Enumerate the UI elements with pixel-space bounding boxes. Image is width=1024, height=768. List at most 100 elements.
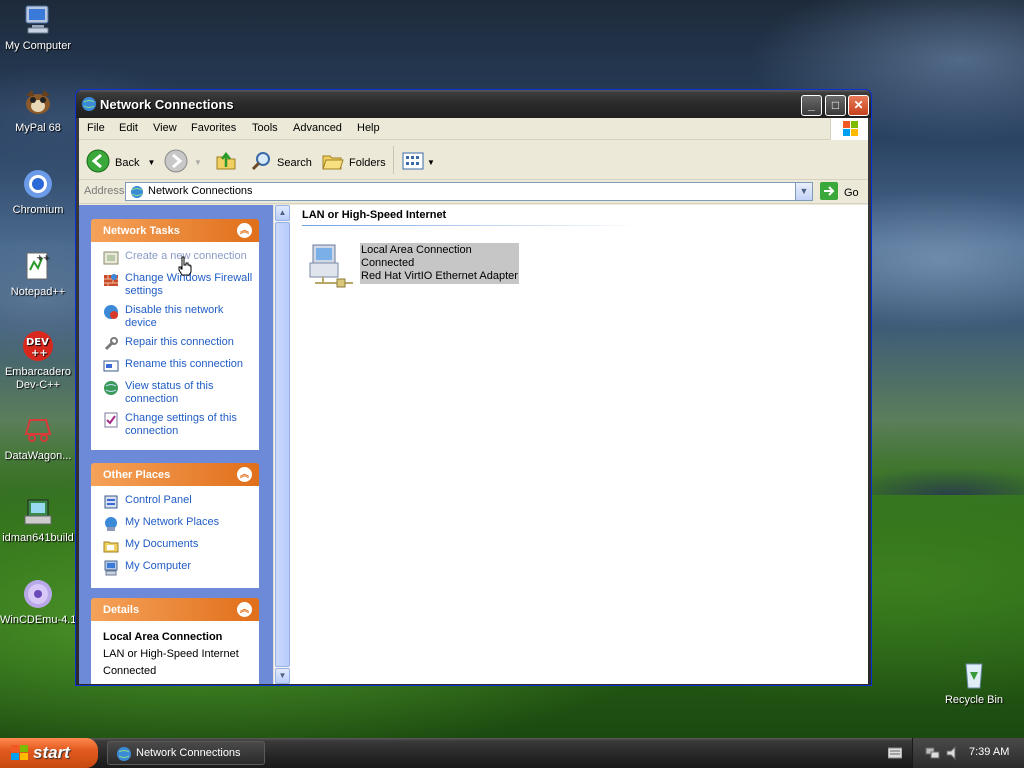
place-control-panel[interactable]: Control Panel [103,494,253,510]
close-button[interactable]: ✕ [848,95,869,116]
menu-file[interactable]: File [87,122,105,134]
desktop-icon-idman[interactable]: idman641build [0,496,76,545]
go-label: Go [844,186,859,199]
details-header[interactable]: Details ︽ [91,598,259,621]
status-globe-icon [103,380,119,396]
network-connections-window: Network Connections _ □ ✕ File Edit View… [75,89,872,686]
dev-cpp-icon: DEV ++ [22,330,54,362]
details-type: LAN or High-Speed Internet [103,648,239,660]
network-tasks-body: Create a new connection Change Windows F… [91,242,259,450]
back-dropdown-icon[interactable]: ▼ [147,158,155,167]
desktop-icon-recycle-bin[interactable]: Recycle Bin [936,658,1012,707]
keyboard-icon[interactable] [887,747,903,762]
svg-text:DEV: DEV [26,337,49,348]
taskbar-network-connections[interactable]: Network Connections [107,741,265,765]
desktop-icon-my-computer[interactable]: My Computer [0,4,76,53]
connection-item[interactable]: Local Area Connection Connected Red Hat … [307,241,519,292]
mypal-icon [22,86,54,118]
clock[interactable]: 7:39 AM [969,746,1009,758]
search-icon [249,149,273,176]
desktop-icon-devcpp[interactable]: DEV ++ Embarcadero Dev-C++ [0,330,76,392]
go-button[interactable]: Go [820,182,859,203]
other-places-header[interactable]: Other Places ︽ [91,463,259,486]
scroll-down-icon[interactable]: ▼ [275,668,290,684]
menu-help[interactable]: Help [357,122,380,134]
details-panel: Details ︽ Local Area Connection LAN or H… [91,598,259,684]
task-label: Change settings of this connection [125,412,237,437]
search-button[interactable]: Search [249,149,312,176]
folders-label: Folders [349,156,386,169]
scroll-thumb[interactable] [275,222,290,667]
menu-tools[interactable]: Tools [252,122,278,134]
maximize-button[interactable]: □ [825,95,846,116]
task-pane-scrollbar[interactable]: ▲ ▼ [273,205,290,684]
menu-view[interactable]: View [153,122,177,134]
disc-icon [22,578,54,610]
title-bar[interactable]: Network Connections _ □ ✕ [76,90,871,118]
collapse-chevron-icon[interactable]: ︽ [237,602,252,617]
menu-edit[interactable]: Edit [119,122,138,134]
menu-advanced[interactable]: Advanced [293,122,342,134]
window-title: Network Connections [100,97,234,112]
task-change-settings[interactable]: Change settings of this connection [103,412,253,438]
new-connection-icon [103,250,119,266]
windows-flag-icon [830,118,868,140]
views-button[interactable]: ▼ [401,149,435,176]
desktop-icon-notepadpp[interactable]: ++ Notepad++ [0,250,76,299]
task-label: View status of this connection [125,380,214,405]
task-disable-device[interactable]: Disable this network device [103,304,253,330]
desktop-icon-label: Recycle Bin [944,694,1004,706]
connection-name: Local Area Connection [361,244,472,256]
place-my-computer[interactable]: My Computer [103,560,253,576]
panel-title: Details [103,604,140,616]
place-my-network-places[interactable]: My Network Places [103,516,253,532]
go-arrow-icon [820,182,838,203]
place-label: My Documents [125,538,199,550]
panel-title: Network Tasks [103,225,180,237]
system-tray: 7:39 AM [912,738,1024,768]
desktop-icon-datawagon[interactable]: DataWagon... [0,414,76,463]
minimize-button[interactable]: _ [801,95,822,116]
collapse-chevron-icon[interactable]: ︽ [237,223,252,238]
folders-button[interactable]: Folders [321,149,386,176]
desktop-icon-label: WinCDEmu-4.1 [0,614,76,626]
computer-icon [103,560,119,576]
network-places-icon [103,516,119,532]
address-input[interactable]: Network Connections ▼ [125,182,813,201]
desktop-icon-mypal[interactable]: MyPal 68 [0,86,76,135]
task-view-status[interactable]: View status of this connection [103,380,253,406]
address-label: Address [84,185,125,197]
up-folder-button[interactable] [214,149,238,176]
back-button[interactable]: Back ▼ [86,149,155,176]
task-rename-connection[interactable]: Rename this connection [103,358,253,374]
place-label: My Network Places [125,516,220,528]
connection-adapter: Red Hat VirtIO Ethernet Adapter [361,270,518,282]
svg-text:++: ++ [31,348,48,359]
network-tray-icon[interactable] [925,745,941,764]
collapse-chevron-icon[interactable]: ︽ [237,467,252,482]
desktop-icon-label: Notepad++ [10,286,66,298]
window-body: File Edit View Favorites Tools Advanced … [79,118,868,684]
menu-bar: File Edit View Favorites Tools Advanced … [79,118,868,140]
menu-favorites[interactable]: Favorites [191,122,236,134]
forward-button[interactable]: ▼ [164,149,202,176]
place-my-documents[interactable]: My Documents [103,538,253,554]
details-body: Local Area Connection LAN or High-Speed … [91,621,259,684]
place-label: My Computer [125,560,192,572]
computer-icon [22,4,54,36]
desktop-mountain [870,455,1024,495]
desktop-icon-chromium[interactable]: Chromium [0,168,76,217]
desktop-icon-wincdemu[interactable]: WinCDEmu-4.1 [0,578,76,627]
scroll-up-icon[interactable]: ▲ [275,205,290,221]
task-repair-connection[interactable]: Repair this connection [103,336,253,352]
speaker-icon[interactable] [945,745,961,764]
chromium-icon [22,168,54,200]
network-tasks-header[interactable]: Network Tasks ︽ [91,219,259,242]
up-folder-icon [214,149,238,176]
other-places-body: Control Panel My Network Places My Docum… [91,486,259,588]
address-dropdown-icon[interactable]: ▼ [795,183,812,200]
start-button[interactable]: start [0,738,98,768]
desktop-icon-label: My Computer [4,40,72,52]
installer-icon [22,496,54,528]
connection-status: Connected [361,257,415,269]
